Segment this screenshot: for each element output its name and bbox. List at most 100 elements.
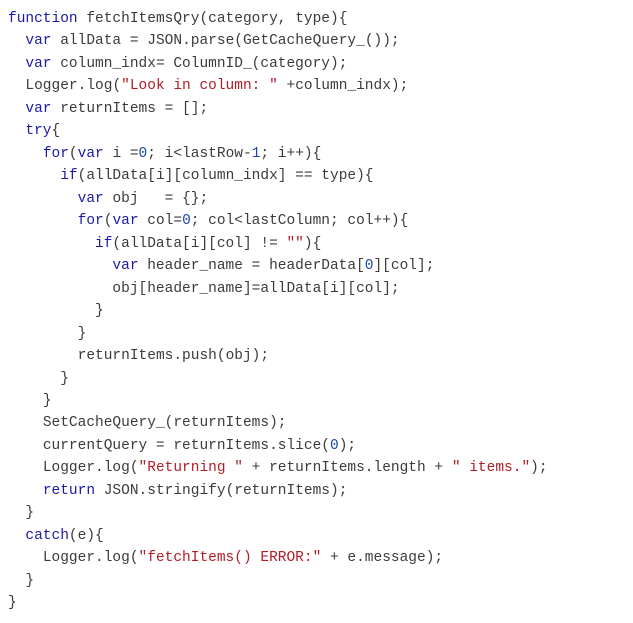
code-token-p: ][ (339, 281, 356, 297)
code-token-kw: try (25, 123, 51, 139)
code-token-p: + (426, 460, 452, 476)
code-token-fn: length (374, 460, 426, 476)
code-token-p: ); (391, 78, 408, 94)
code-token-str: "Returning " (139, 460, 243, 476)
code-token-num: 0 (330, 438, 339, 454)
code-token-p: [ (182, 236, 191, 252)
code-token-fn: JSON (147, 33, 182, 49)
code-token-str: "" (286, 236, 303, 252)
code-token-fn: ColumnID_ (173, 56, 251, 72)
code-line: } (8, 371, 69, 387)
code-token-p: ++){ (374, 213, 409, 229)
code-token-p: ( (226, 483, 235, 499)
code-token-fn: returnItems (173, 415, 269, 431)
code-token-str: "fetchItems() ERROR:" (139, 550, 322, 566)
code-token-p: ( (69, 146, 78, 162)
code-line: } (8, 595, 17, 611)
code-token-p (52, 56, 61, 72)
code-token-fn: i (330, 281, 339, 297)
code-token-fn: allData (86, 168, 147, 184)
code-line: } (8, 573, 34, 589)
code-token-p: [ (147, 168, 156, 184)
code-token-fn: fetchItemsQry (86, 11, 199, 27)
code-token-p: ( (217, 348, 226, 364)
code-line: var allData = JSON.parse(GetCacheQuery_(… (8, 33, 400, 49)
code-line: var obj = {}; (8, 191, 208, 207)
code-token-fn: type (295, 11, 330, 27)
code-token-p: ( (130, 460, 139, 476)
code-token-p: ( (112, 236, 121, 252)
code-line: Logger.log("Look in column: " +column_in… (8, 78, 408, 94)
code-token-p (52, 101, 61, 117)
code-token-p: ){ (356, 168, 373, 184)
code-token-fn: GetCacheQuery_ (243, 33, 365, 49)
code-token-p: } (43, 393, 52, 409)
code-token-fn: lastColumn (243, 213, 330, 229)
code-token-p: ][ (373, 258, 390, 274)
code-token-p: . (139, 483, 148, 499)
code-token-p: ){ (330, 11, 347, 27)
code-token-p: } (25, 573, 34, 589)
code-token-fn: header_name (147, 258, 243, 274)
code-token-p: . (95, 550, 104, 566)
code-line: } (8, 393, 52, 409)
code-token-p: ][ (165, 168, 182, 184)
code-token-fn: type (321, 168, 356, 184)
code-token-fn: allData (121, 236, 182, 252)
code-token-fn: Logger (25, 78, 77, 94)
code-token-p: = (147, 438, 173, 454)
code-token-p: + (321, 550, 347, 566)
code-token-fn: column_indx (182, 168, 278, 184)
code-token-p (139, 258, 148, 274)
code-token-fn: col (147, 213, 173, 229)
code-token-fn: headerData (269, 258, 356, 274)
code-token-p: . (356, 550, 365, 566)
code-line: return JSON.stringify(returnItems); (8, 483, 347, 499)
code-token-fn: returnItems (60, 101, 156, 117)
code-token-fn: obj (226, 348, 252, 364)
code-token-p: . (173, 348, 182, 364)
code-line: obj[header_name]=allData[i][col]; (8, 281, 400, 297)
code-token-fn: parse (191, 33, 235, 49)
code-token-p: + (243, 460, 269, 476)
code-token-str: "Look in column: " (121, 78, 278, 94)
code-token-p: ( (112, 78, 121, 94)
code-line: } (8, 505, 34, 521)
code-token-fn: col (347, 213, 373, 229)
code-token-p: [ (356, 258, 365, 274)
code-token-p: ] == (278, 168, 322, 184)
code-token-p: ); (339, 438, 356, 454)
code-block: function fetchItemsQry(category, type){ … (8, 8, 625, 615)
code-token-p: . (269, 438, 278, 454)
code-token-num: 0 (139, 146, 148, 162)
code-token-fn: returnItems (78, 348, 174, 364)
code-token-p: ( (69, 528, 78, 544)
code-token-p: ); (330, 56, 347, 72)
code-token-fn: SetCacheQuery_ (43, 415, 165, 431)
code-token-p: = {}; (139, 191, 209, 207)
code-token-fn: column_indx (295, 78, 391, 94)
code-token-p: ; (330, 213, 347, 229)
code-token-fn: col (217, 236, 243, 252)
code-token-fn: returnItems (234, 483, 330, 499)
code-line: var header_name = headerData[0][col]; (8, 258, 434, 274)
code-token-fn: push (182, 348, 217, 364)
code-token-fn: log (86, 78, 112, 94)
code-token-fn: i (156, 168, 165, 184)
code-token-p: ; (147, 146, 164, 162)
code-token-p: . (182, 33, 191, 49)
code-token-fn: allData (60, 33, 121, 49)
code-token-kw: var (112, 213, 138, 229)
code-token-p: ( (321, 438, 330, 454)
code-token-p: ; (260, 146, 277, 162)
code-line: } (8, 303, 104, 319)
code-token-fn: returnItems (269, 460, 365, 476)
code-line: returnItems.push(obj); (8, 348, 269, 364)
code-token-p: ( (234, 33, 243, 49)
code-token-p: } (95, 303, 104, 319)
code-token-p: ()); (365, 33, 400, 49)
code-token-p: = (156, 56, 173, 72)
code-token-p: - (243, 146, 252, 162)
code-token-p: + (278, 78, 295, 94)
code-token-fn: slice (278, 438, 322, 454)
